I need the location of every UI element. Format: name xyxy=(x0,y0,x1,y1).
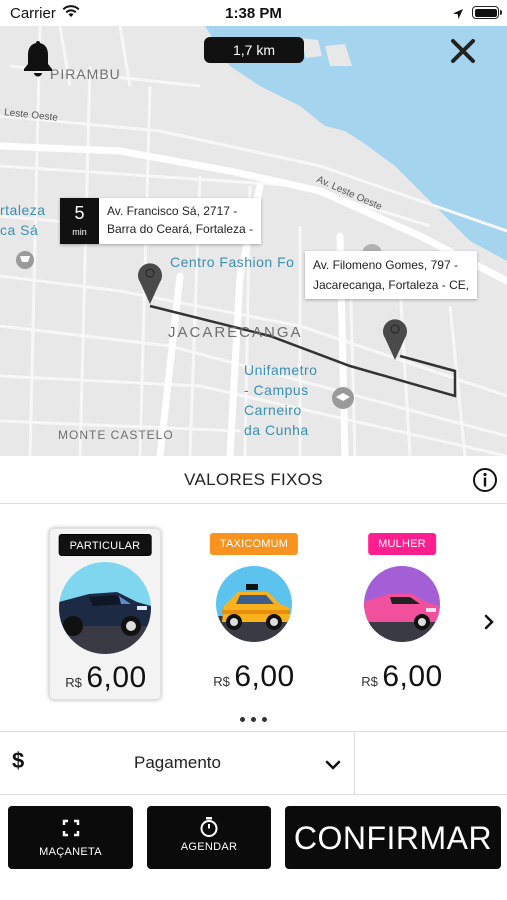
map-label-unifametro-2: - Campus xyxy=(244,382,309,398)
taxi-car-icon xyxy=(216,566,292,647)
currency-label: R$ xyxy=(213,674,230,689)
info-icon[interactable] xyxy=(472,467,498,498)
category-tag: PARTICULAR xyxy=(58,534,152,556)
pink-car-icon xyxy=(364,566,440,647)
origin-callout[interactable]: 5 min Av. Francisco Sá, 2717 - Barra do … xyxy=(60,198,262,244)
category-card-taxicomum[interactable]: TAXICOMUM R$ 6,00 xyxy=(198,528,310,700)
category-price: R$ 6,00 xyxy=(50,661,162,695)
map-label-fortaleza: rtaleza ca Sá xyxy=(0,200,46,240)
category-price: R$ 6,00 xyxy=(346,660,458,694)
payment-extra-field[interactable] xyxy=(356,732,507,794)
currency-label: R$ xyxy=(361,674,378,689)
pagination-dots xyxy=(0,709,507,727)
price-value: 6,00 xyxy=(234,660,295,693)
car-particular-icon xyxy=(59,562,151,659)
page-dot xyxy=(251,717,256,722)
map-label-jacarecanga: JACARECANGA xyxy=(168,324,303,341)
origin-address-line1: Av. Francisco Sá, 2717 - xyxy=(107,204,238,218)
chevron-right-icon[interactable] xyxy=(483,613,495,636)
map-label-fortaleza-line2: ca Sá xyxy=(0,222,39,238)
destination-pin-icon xyxy=(381,316,409,365)
map-label-pirambu: PIRAMBU xyxy=(50,66,121,82)
price-value: 6,00 xyxy=(86,661,147,694)
payment-select[interactable]: $ Pagamento xyxy=(0,732,355,794)
stopwatch-icon xyxy=(198,816,220,843)
eta-badge: 5 min xyxy=(60,198,99,244)
destination-address-line1: Av. Filomeno Gomes, 797 - xyxy=(313,258,458,272)
agendar-button[interactable]: AGENDAR xyxy=(147,806,271,869)
destination-address-line2: Jacarecanga, Fortaleza - CE, xyxy=(313,278,470,292)
map-view[interactable]: PIRAMBU Leste Oeste Av. Leste Oeste rtal… xyxy=(0,26,507,456)
payment-row: $ Pagamento xyxy=(0,731,507,795)
clock: 1:38 PM xyxy=(225,5,282,22)
destination-callout[interactable]: Av. Filomeno Gomes, 797 - Jacarecanga, F… xyxy=(305,251,478,299)
confirm-label: CONFIRMAR xyxy=(293,820,493,856)
bell-icon[interactable] xyxy=(22,39,54,82)
eta-unit: min xyxy=(72,227,87,237)
distance-badge: 1,7 km xyxy=(204,37,304,63)
category-tag: TAXICOMUM xyxy=(209,533,299,555)
price-value: 6,00 xyxy=(382,660,443,693)
map-label-centro-fashion: Centro Fashion Fo xyxy=(170,254,295,270)
map-label-unifametro-3: Carneiro xyxy=(244,402,302,418)
payment-label: Pagamento xyxy=(134,753,221,772)
confirm-button[interactable]: CONFIRMAR xyxy=(285,806,501,869)
chevron-down-icon xyxy=(325,757,341,775)
battery-icon xyxy=(472,6,502,19)
map-label-fortaleza-line1: rtaleza xyxy=(0,202,46,218)
origin-address-line2: Barra do Ceará, Fortaleza - xyxy=(107,222,254,236)
fixed-values-title: VALORES FIXOS xyxy=(184,470,323,489)
eta-value: 5 xyxy=(74,203,85,223)
map-label-unifametro-4: da Cunha xyxy=(244,422,309,438)
location-arrow-icon xyxy=(452,7,464,25)
page-dot xyxy=(240,717,245,722)
category-carousel[interactable]: PARTICULAR R$ 6,00 TAXICOMUM R$ 6,00 MUL… xyxy=(0,505,507,730)
expand-corners-icon xyxy=(62,819,80,842)
category-price: R$ 6,00 xyxy=(198,660,310,694)
map-label-unifametro: Unifametro - Campus Carneiro da Cunha xyxy=(244,360,317,440)
currency-label: R$ xyxy=(65,675,82,690)
page-dot xyxy=(262,717,267,722)
fixed-values-header: VALORES FIXOS xyxy=(0,456,507,504)
status-bar: Carrier 1:38 PM xyxy=(0,0,507,26)
map-label-unifametro-1: Unifametro xyxy=(244,362,318,378)
map-label-monte-castelo: MONTE CASTELO xyxy=(58,428,174,442)
close-icon[interactable] xyxy=(450,38,476,69)
category-tag: MULHER xyxy=(368,533,436,555)
agendar-label: AGENDAR xyxy=(180,841,238,853)
category-card-mulher[interactable]: MULHER R$ 6,00 xyxy=(346,528,458,700)
macaneta-button[interactable]: MAÇANETA xyxy=(8,806,133,869)
category-card-particular[interactable]: PARTICULAR R$ 6,00 xyxy=(49,528,161,700)
macaneta-label: MAÇANETA xyxy=(39,846,102,858)
origin-pin-icon xyxy=(136,260,164,309)
